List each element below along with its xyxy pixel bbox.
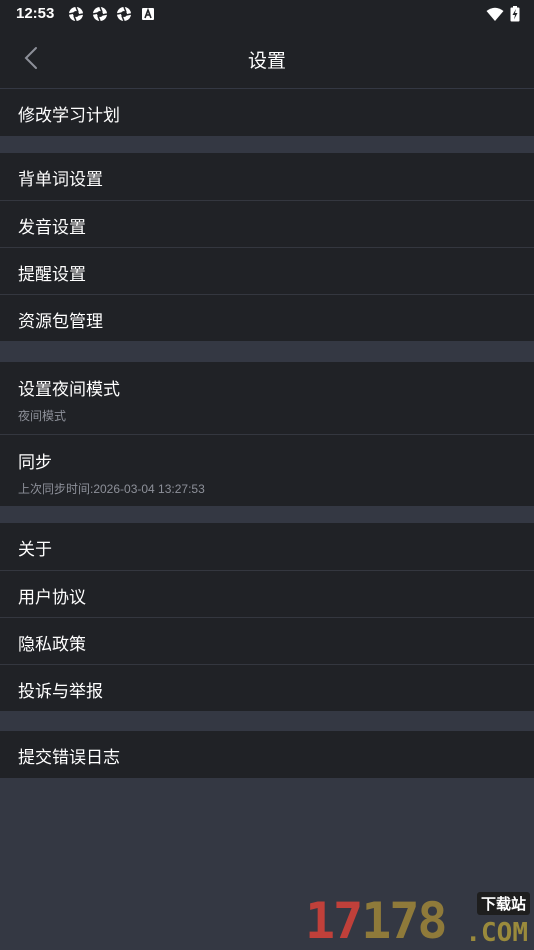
system-icons bbox=[486, 6, 520, 22]
aperture-icon bbox=[116, 6, 132, 22]
watermark-digits: 17178 bbox=[305, 892, 448, 950]
settings-item-resource-packs[interactable]: 资源包管理 bbox=[0, 294, 534, 341]
notification-icons bbox=[68, 6, 156, 22]
settings-group-info: 关于 用户协议 隐私政策 投诉与举报 bbox=[0, 523, 534, 711]
settings-item-word-settings[interactable]: 背单词设置 bbox=[0, 153, 534, 200]
settings-item-study-plan[interactable]: 修改学习计划 bbox=[0, 89, 534, 136]
settings-item-label: 投诉与举报 bbox=[18, 682, 103, 702]
watermark-suffix: .COM bbox=[465, 918, 528, 948]
settings-item-pronunciation[interactable]: 发音设置 bbox=[0, 200, 534, 247]
settings-item-label: 提醒设置 bbox=[18, 265, 86, 285]
settings-item-label: 同步 bbox=[18, 453, 52, 473]
settings-item-label: 修改学习计划 bbox=[18, 106, 120, 126]
app-header: 设置 bbox=[0, 28, 534, 88]
settings-item-user-agreement[interactable]: 用户协议 bbox=[0, 570, 534, 617]
settings-item-label: 隐私政策 bbox=[18, 635, 86, 655]
settings-item-label: 用户协议 bbox=[18, 588, 86, 608]
settings-item-complaint[interactable]: 投诉与举报 bbox=[0, 664, 534, 711]
settings-group-plan: 修改学习计划 bbox=[0, 89, 534, 136]
settings-group-display: 设置夜间模式 夜间模式 同步 上次同步时间:2026-03-04 13:27:5… bbox=[0, 362, 534, 506]
aperture-icon bbox=[68, 6, 84, 22]
settings-item-reminder[interactable]: 提醒设置 bbox=[0, 247, 534, 294]
settings-item-sync[interactable]: 同步 上次同步时间:2026-03-04 13:27:53 bbox=[0, 434, 534, 506]
aperture-icon bbox=[92, 6, 108, 22]
wifi-icon bbox=[486, 7, 504, 21]
settings-item-night-mode[interactable]: 设置夜间模式 夜间模式 bbox=[0, 362, 534, 434]
settings-item-label: 设置夜间模式 bbox=[18, 380, 120, 400]
watermark-logo: 17178 下载站 .COM bbox=[305, 888, 530, 950]
settings-item-subtitle: 上次同步时间:2026-03-04 13:27:53 bbox=[18, 482, 205, 496]
settings-item-submit-error-log[interactable]: 提交错误日志 bbox=[0, 731, 534, 778]
settings-item-label: 提交错误日志 bbox=[18, 748, 120, 768]
settings-item-subtitle: 夜间模式 bbox=[18, 409, 67, 423]
status-time: 12:53 bbox=[16, 5, 55, 22]
status-bar: 12:53 bbox=[0, 0, 534, 28]
watermark-tag: 下载站 bbox=[476, 892, 530, 915]
settings-item-label: 发音设置 bbox=[18, 218, 86, 238]
settings-item-label: 背单词设置 bbox=[18, 170, 103, 190]
settings-item-about[interactable]: 关于 bbox=[0, 523, 534, 570]
page-title: 设置 bbox=[247, 50, 286, 72]
settings-item-label: 资源包管理 bbox=[18, 312, 103, 332]
settings-item-privacy-policy[interactable]: 隐私政策 bbox=[0, 617, 534, 664]
settings-group-log: 提交错误日志 bbox=[0, 731, 534, 778]
settings-item-label: 关于 bbox=[18, 540, 52, 560]
battery-charging-icon bbox=[510, 6, 520, 22]
app-a-icon bbox=[142, 7, 154, 20]
settings-group-study: 背单词设置 发音设置 提醒设置 资源包管理 bbox=[0, 153, 534, 341]
